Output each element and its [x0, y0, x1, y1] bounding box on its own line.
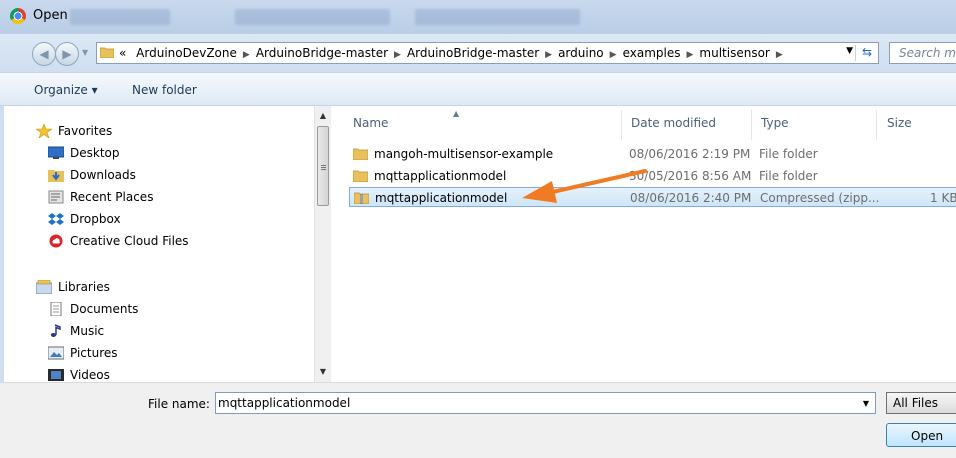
breadcrumb-item[interactable]: examples [623, 46, 681, 60]
breadcrumb-overflow[interactable]: « [119, 46, 126, 60]
search-input[interactable]: Search mu [889, 42, 956, 64]
column-divider[interactable] [751, 110, 752, 140]
zip-folder-icon [354, 192, 369, 204]
chevron-down-icon[interactable]: ▼ [863, 399, 869, 408]
file-type: Compressed (zipp... [760, 191, 880, 205]
nav-item-label: Music [70, 324, 105, 338]
divider [855, 45, 856, 61]
chevron-right-icon[interactable]: ▶ [243, 50, 250, 60]
scroll-up-icon[interactable]: ▲ [315, 108, 331, 124]
file-date: 08/06/2016 2:40 PM [630, 191, 752, 205]
address-bar[interactable]: « ArduinoDevZone ▶ ArduinoBridge-master ▶ Ar… [96, 42, 879, 64]
column-header-type[interactable]: Type [761, 116, 789, 130]
folder-icon [353, 170, 368, 182]
column-header-size[interactable]: Size [887, 116, 912, 130]
file-row[interactable]: mangoh-multisensor-example 08/06/2016 2:… [349, 144, 956, 164]
dialog-footer: File name: ▼ All Files Open [0, 382, 956, 458]
column-divider[interactable] [876, 110, 877, 140]
desktop-icon [48, 146, 64, 159]
nav-item-label: Pictures [70, 346, 118, 360]
address-row: ◀ ▶ ▼ « ArduinoDevZone ▶ ArduinoBridge-mas… [0, 34, 956, 72]
file-list: Name ▲ Date modified Type Size mangoh-mu… [331, 106, 956, 382]
grip-icon [321, 165, 326, 166]
breadcrumb-item[interactable]: arduino [558, 46, 604, 60]
breadcrumb-item[interactable]: multisensor [699, 46, 769, 60]
open-file-dialog: Open ◀ ▶ ▼ « ArduinoDevZone ▶ ArduinoBridg… [0, 0, 956, 458]
sort-ascending-icon: ▲ [453, 109, 460, 118]
new-folder-button[interactable]: New folder [132, 83, 197, 97]
chevron-right-icon[interactable]: ▶ [394, 50, 401, 60]
column-divider[interactable] [621, 110, 622, 140]
title-bar[interactable]: Open [0, 0, 956, 34]
organize-button[interactable]: Organize ▾ [34, 83, 98, 97]
file-type: File folder [759, 147, 818, 161]
chevron-right-icon[interactable]: ▶ [610, 50, 617, 60]
nav-item-label: Dropbox [70, 212, 121, 226]
file-name-label: File name: [148, 397, 210, 411]
file-type: File folder [759, 169, 818, 183]
blurred-tab [415, 9, 580, 25]
nav-item-label: Recent Places [70, 190, 154, 204]
nav-item-label: Videos [70, 368, 110, 382]
chevron-right-icon[interactable]: ▶ [545, 50, 552, 60]
nav-item-label: Downloads [70, 168, 136, 182]
chevron-right-icon[interactable]: ▶ [776, 50, 783, 60]
file-name: mqttapplicationmodel [374, 169, 507, 183]
recent-locations-dropdown-icon[interactable]: ▼ [82, 49, 90, 57]
breadcrumb-item[interactable]: ArduinoBridge-master [407, 46, 539, 60]
open-button[interactable]: Open [886, 423, 956, 447]
recent-places-icon [48, 190, 64, 204]
scroll-down-icon[interactable]: ▼ [315, 364, 331, 380]
file-name-field[interactable] [218, 394, 838, 412]
navigation-scrollbar[interactable]: ▲ ▼ [314, 106, 331, 382]
nav-item-label: Creative Cloud Files [70, 234, 189, 248]
window-title: Open [33, 8, 68, 23]
dropbox-icon [48, 213, 64, 225]
file-date: 08/06/2016 2:19 PM [629, 147, 751, 161]
breadcrumb-item[interactable]: ArduinoDevZone [136, 46, 237, 60]
blurred-tab [235, 9, 390, 25]
file-name-combobox[interactable]: ▼ [215, 392, 876, 414]
command-bar: Organize ▾ New folder [0, 72, 956, 106]
address-dropdown-icon[interactable]: ▼ [846, 46, 853, 56]
documents-icon [50, 302, 62, 316]
back-button[interactable]: ◀ [32, 42, 56, 66]
file-type-filter[interactable]: All Files [886, 392, 956, 414]
file-name: mqttapplicationmodel [375, 191, 508, 205]
column-header-name[interactable]: Name [353, 116, 388, 130]
column-header-date-modified[interactable]: Date modified [631, 116, 716, 130]
chrome-icon [10, 8, 26, 24]
scroll-thumb[interactable] [317, 126, 329, 206]
folder-icon [100, 47, 114, 58]
libraries-icon [36, 280, 52, 294]
star-icon [36, 124, 52, 138]
folder-icon [353, 148, 368, 160]
nav-item-label: Favorites [58, 124, 113, 138]
pictures-icon [48, 346, 64, 360]
nav-item-label: Documents [70, 302, 139, 316]
creative-cloud-icon [49, 234, 63, 248]
nav-item-label: Libraries [58, 280, 110, 294]
navigation-pane: Favorites Desktop Downloads Recent Place… [14, 106, 329, 382]
file-size: 1 KB [930, 191, 956, 205]
nav-item-label: Desktop [70, 146, 120, 160]
blurred-tab [70, 9, 170, 25]
music-icon [50, 324, 61, 337]
chevron-right-icon[interactable]: ▶ [686, 50, 693, 60]
file-name: mangoh-multisensor-example [374, 147, 554, 161]
breadcrumb-item[interactable]: ArduinoBridge-master [256, 46, 388, 60]
downloads-icon [48, 170, 64, 182]
refresh-icon[interactable]: ⇆ [862, 45, 872, 59]
breadcrumb: « ArduinoDevZone ▶ ArduinoBridge-master ▶ Ar… [119, 46, 789, 60]
file-row-selected[interactable]: mqttapplicationmodel 08/06/2016 2:40 PM … [349, 187, 956, 207]
videos-icon [48, 369, 64, 381]
file-row[interactable]: mqttapplicationmodel 30/05/2016 8:56 AM … [349, 166, 956, 186]
forward-button[interactable]: ▶ [55, 42, 79, 66]
file-date: 30/05/2016 8:56 AM [629, 169, 752, 183]
